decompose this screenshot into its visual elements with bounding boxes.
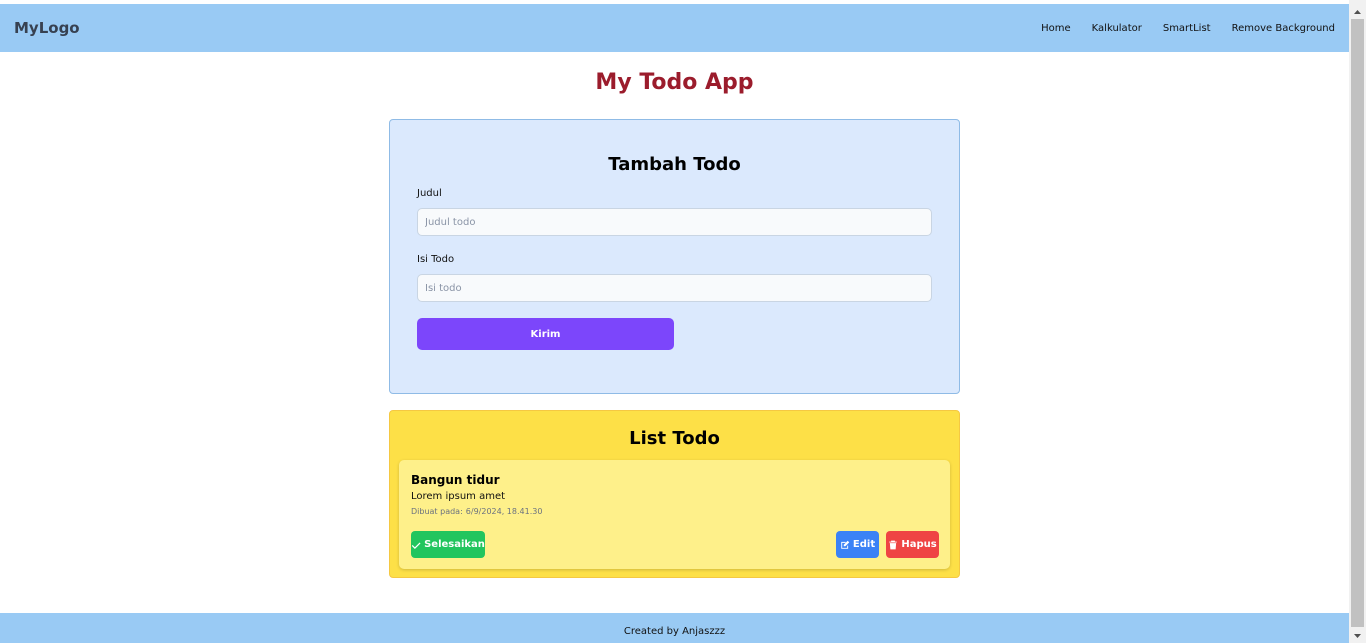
- scroll-up-arrow-icon[interactable]: [1349, 4, 1366, 19]
- nav-link-smartlist[interactable]: SmartList: [1163, 23, 1211, 34]
- nav-link-remove-background[interactable]: Remove Background: [1232, 23, 1335, 34]
- scroll-thumb[interactable]: [1351, 19, 1364, 627]
- selesaikan-button[interactable]: Selesaikan: [411, 531, 485, 558]
- selesaikan-label: Selesaikan: [424, 539, 485, 550]
- todo-item: Bangun tidur Lorem ipsum amet Dibuat pad…: [399, 460, 950, 569]
- todo-title: Bangun tidur: [411, 473, 500, 487]
- edit-icon: [841, 540, 850, 549]
- edit-button[interactable]: Edit: [836, 531, 879, 558]
- logo[interactable]: MyLogo: [14, 19, 80, 37]
- check-icon: [411, 542, 421, 549]
- footer: Created by Anjaszzz: [0, 613, 1349, 643]
- nav-link-kalkulator[interactable]: Kalkulator: [1092, 23, 1142, 34]
- todo-created-value: 6/9/2024, 18.41.30: [465, 507, 543, 516]
- hapus-button[interactable]: Hapus: [886, 531, 939, 558]
- todo-created-date: Dibuat pada: 6/9/2024, 18.41.30: [411, 507, 542, 516]
- todo-list: List Todo Bangun tidur Lorem ipsum amet …: [389, 410, 960, 578]
- navbar: MyLogo Home Kalkulator SmartList Remove …: [0, 4, 1349, 52]
- todo-body: Lorem ipsum amet: [411, 491, 506, 502]
- judul-input[interactable]: [417, 208, 932, 236]
- add-todo-form: Tambah Todo Judul Isi Todo Kirim: [389, 119, 960, 394]
- hapus-label: Hapus: [901, 539, 937, 550]
- page-title: My Todo App: [595, 70, 754, 95]
- form-title: Tambah Todo: [608, 154, 741, 175]
- trash-icon: [889, 540, 898, 549]
- scroll-down-arrow-icon[interactable]: [1349, 628, 1366, 643]
- footer-text: Created by Anjaszzz: [623, 625, 726, 637]
- vertical-scrollbar[interactable]: [1349, 0, 1366, 643]
- todo-created-label: Dibuat pada:: [411, 507, 463, 516]
- nav-links: Home Kalkulator SmartList Remove Backgro…: [1041, 23, 1335, 34]
- isi-todo-input[interactable]: [417, 274, 932, 302]
- isi-todo-label: Isi Todo: [417, 254, 455, 265]
- edit-label: Edit: [852, 539, 876, 550]
- judul-label: Judul: [417, 188, 442, 199]
- nav-link-home[interactable]: Home: [1041, 23, 1071, 34]
- list-title: List Todo: [629, 428, 720, 449]
- kirim-button[interactable]: Kirim: [417, 318, 674, 350]
